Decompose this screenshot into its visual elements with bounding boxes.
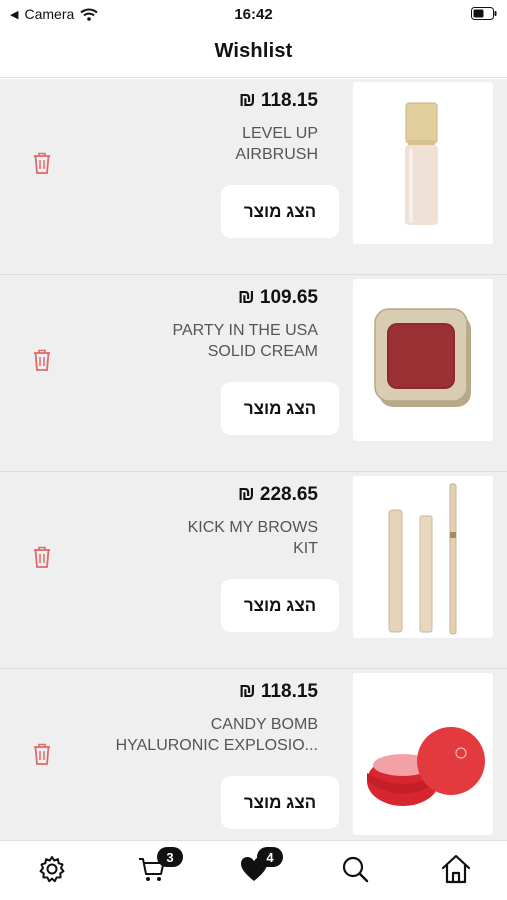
wishlist-list[interactable]: ₪ 118.15 LEVEL UP AIRBRUSH הצג מוצר ₪ 10… (0, 79, 507, 840)
tab-settings[interactable] (36, 853, 68, 885)
trash-icon[interactable] (32, 348, 52, 372)
product-image[interactable] (353, 476, 493, 638)
home-icon (441, 854, 471, 884)
item-price: ₪ 118.15 (238, 90, 318, 111)
item-price: ₪ 118.15 (238, 681, 318, 702)
trash-icon[interactable] (32, 742, 52, 766)
trash-icon[interactable] (32, 545, 52, 569)
item-price: ₪ 109.65 (237, 287, 318, 308)
product-image[interactable] (353, 673, 493, 835)
wishlist-item: ₪ 118.15 CANDY BOMB HYALURONIC EXPLOSIO.… (0, 670, 507, 840)
item-name: LEVEL UP AIRBRUSH (235, 125, 318, 163)
view-product-button[interactable]: הצג מוצר (221, 776, 339, 829)
view-product-button[interactable]: הצג מוצר (221, 382, 339, 435)
cart-count-badge: 3 (157, 847, 183, 867)
tab-bar: 3 4 (0, 840, 507, 900)
gear-icon (39, 856, 65, 883)
search-icon (342, 856, 369, 883)
item-name: PARTY IN THE USA SOLID CREAM (172, 322, 318, 360)
item-name: CANDY BOMB HYALURONIC EXPLOSIO... (115, 716, 318, 754)
product-image[interactable] (353, 279, 493, 441)
status-time: 16:42 (234, 6, 273, 23)
page-title: Wishlist (214, 40, 293, 62)
wishlist-item: ₪ 118.15 LEVEL UP AIRBRUSH הצג מוצר (0, 79, 507, 275)
product-image[interactable] (353, 82, 493, 244)
view-product-button[interactable]: הצג מוצר (221, 185, 339, 238)
battery-icon (471, 7, 497, 25)
status-bar: ◀ Camera 16:42 (0, 0, 507, 28)
item-name: KICK MY BROWS KIT (187, 519, 318, 557)
view-product-button[interactable]: הצג מוצר (221, 579, 339, 632)
tab-search[interactable] (339, 853, 371, 885)
nav-bar: Wishlist (0, 28, 507, 78)
wishlist-item: ₪ 109.65 PARTY IN THE USA SOLID CREAM הצ… (0, 276, 507, 472)
wishlist-item: ₪ 228.65 KICK MY BROWS KIT הצג מוצר (0, 473, 507, 669)
item-price: ₪ 228.65 (237, 484, 318, 505)
tab-home[interactable] (440, 853, 472, 885)
trash-icon[interactable] (32, 151, 52, 175)
wishlist-count-badge: 4 (257, 847, 283, 867)
